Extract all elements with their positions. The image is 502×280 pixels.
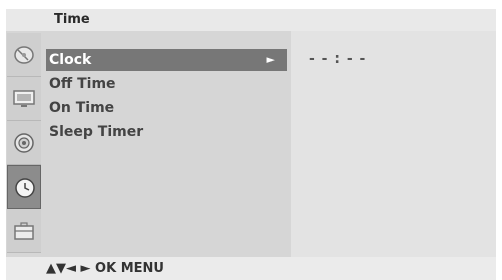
clock-value: - - : - - xyxy=(309,51,367,67)
menu-item-label: Sleep Timer xyxy=(49,124,144,140)
menu-item-clock[interactable]: Clock ► xyxy=(46,49,287,71)
time-menu-list: Clock ► Off Time On Time Sleep Timer xyxy=(42,31,291,257)
sidebar-item-channel[interactable] xyxy=(7,33,41,77)
clock-icon xyxy=(15,178,35,198)
menu-item-label: On Time xyxy=(49,100,115,116)
menu-item-on-time[interactable]: On Time xyxy=(46,97,287,119)
toolbox-icon xyxy=(14,222,34,240)
navigation-hint-bar: ▲▼◄ ► OK MENU xyxy=(6,257,496,280)
category-icon-strip xyxy=(6,31,42,257)
sidebar-item-option[interactable] xyxy=(7,209,41,253)
sidebar-item-picture[interactable] xyxy=(7,77,41,121)
picture-monitor-icon xyxy=(13,90,35,107)
sidebar-item-sound[interactable] xyxy=(7,121,41,165)
menu-item-sleep-timer[interactable]: Sleep Timer xyxy=(46,121,287,143)
menu-item-label: Off Time xyxy=(49,76,116,92)
speaker-icon xyxy=(14,133,34,153)
sidebar-item-time[interactable] xyxy=(7,165,41,209)
time-menu-screen: Time Clock ► Off Time On Time Sleep Time… xyxy=(0,0,502,280)
clock-detail-panel: - - : - - xyxy=(291,31,496,257)
submenu-arrow-icon: ► xyxy=(266,53,275,66)
navigation-hint: ▲▼◄ ► OK MENU xyxy=(46,261,164,276)
menu-item-label: Clock xyxy=(49,52,92,68)
satellite-dish-icon xyxy=(14,46,34,64)
title-bar: Time xyxy=(6,9,496,31)
page-title: Time xyxy=(54,12,90,27)
menu-item-off-time[interactable]: Off Time xyxy=(46,73,287,95)
